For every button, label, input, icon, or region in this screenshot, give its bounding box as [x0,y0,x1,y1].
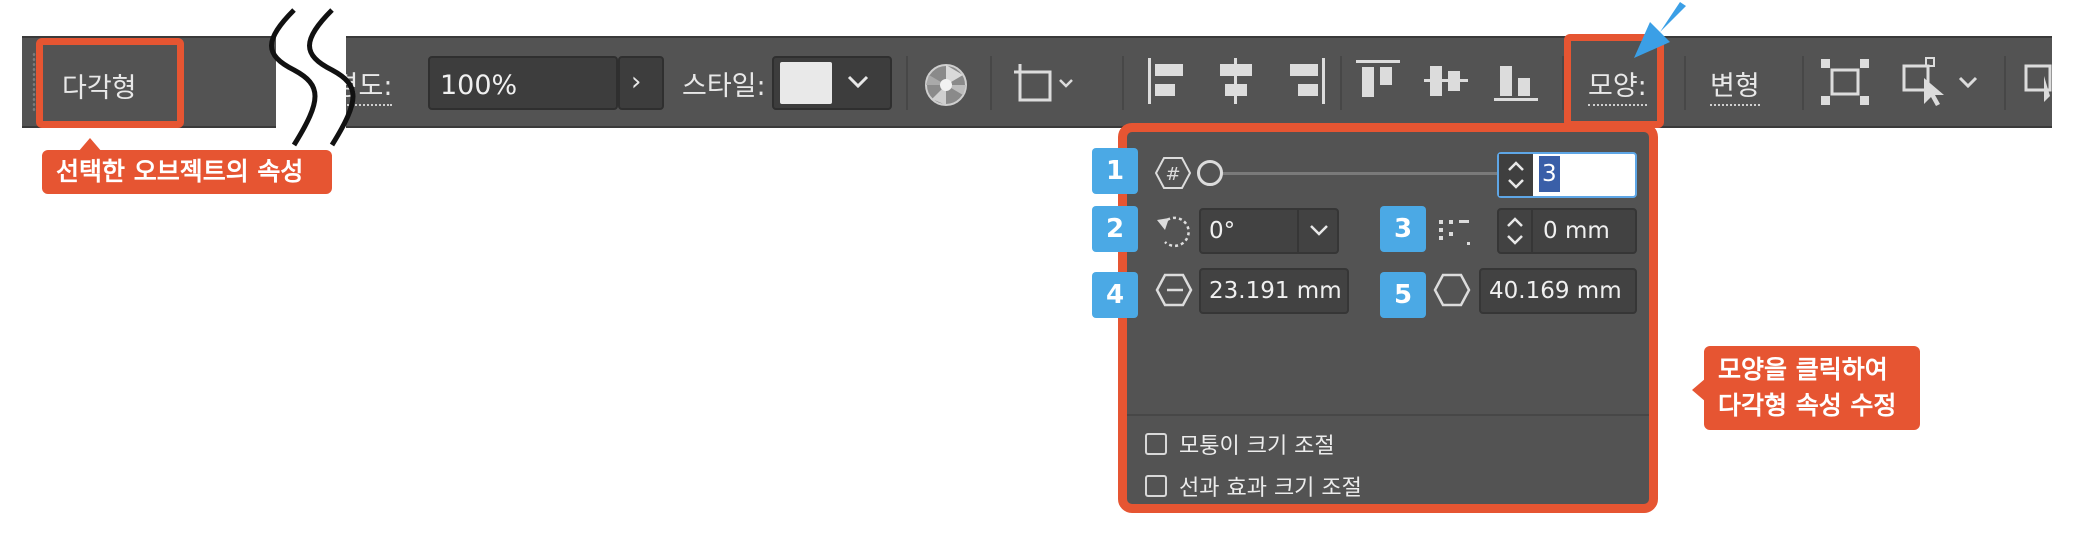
badge-1: 1 [1092,148,1138,194]
opacity-input[interactable]: 100% [428,56,618,110]
style-swatch-button[interactable] [772,56,892,110]
outer-radius-icon [1433,273,1471,307]
stroke-scale-checkbox[interactable] [1145,475,1167,497]
sides-slider-thumb[interactable] [1197,160,1223,186]
rotation-value: 0° [1209,218,1236,244]
toolbar-divider [2004,56,2006,110]
badge-5: 5 [1380,272,1426,318]
toolbar-divider [1802,56,1804,110]
corner-scale-label: 모퉁이 크기 조절 [1179,434,1335,459]
chevron-down-icon [847,75,869,89]
outer-size-field[interactable]: 40.169 mm [1479,268,1637,314]
spacing-icon [1439,220,1470,245]
transform-origin-icon[interactable] [1014,58,1080,106]
transform-button[interactable]: 변형 [1710,64,1760,106]
corner-scale-option[interactable]: 모퉁이 크기 조절 [1145,428,1335,460]
toolbar-divider [990,56,992,110]
direct-select-icon[interactable] [2022,56,2052,108]
select-mode-icon[interactable] [1900,56,1986,108]
inner-radius-icon [1155,273,1193,307]
shape-callout: 모양을 클릭하여 다각형 속성 수정 [1704,346,1920,430]
chevron-down-icon [1310,225,1328,236]
badge-2: 2 [1092,206,1138,252]
spacing-value: 0 mm [1543,218,1610,244]
shape-callout-line1: 모양을 클릭하여 [1718,355,1888,384]
align-middle-icon[interactable] [1422,58,1470,104]
inner-size-field[interactable]: 23.191 mm [1199,268,1349,314]
shape-popup-panel: # 3 0° 0 mm 23.191 mm 40.169 mm 모퉁이 크기 조… [1118,123,1658,513]
badge-4: 4 [1092,272,1138,318]
sides-stepper[interactable]: 3 [1497,152,1637,198]
selected-object-callout: 선택한 오브젝트의 속성 [42,150,332,194]
spacing-stepper[interactable]: 0 mm [1497,208,1637,254]
style-swatch [780,62,832,104]
shape-callout-line2: 다각형 속성 수정 [1718,391,1897,420]
outer-size-value: 40.169 mm [1489,278,1622,304]
popup-divider [1127,414,1649,416]
stroke-scale-label: 선과 효과 크기 조절 [1179,476,1362,501]
up-down-arrows-icon [1508,161,1524,189]
align-right-icon[interactable] [1284,56,1328,106]
break-squiggle-icon [269,8,356,147]
align-bottom-icon[interactable] [1492,58,1540,104]
selected-object-callout-text: 선택한 오브젝트의 속성 [56,157,304,186]
color-wheel-icon[interactable] [922,61,970,109]
context-label-highlight [36,38,184,128]
stroke-scale-option[interactable]: 선과 효과 크기 조절 [1145,470,1362,502]
rotation-icon [1157,216,1190,248]
toolbar-divider [1684,56,1686,110]
corner-scale-checkbox[interactable] [1145,433,1167,455]
toolbar-divider [906,56,908,110]
align-left-icon[interactable] [1146,56,1190,106]
align-center-icon[interactable] [1214,56,1258,106]
opacity-stepper-button[interactable]: › [618,56,664,110]
bounding-box-icon[interactable] [1818,56,1872,108]
sides-value[interactable]: 3 [1539,156,1560,192]
up-down-arrows-icon[interactable] [1505,216,1525,246]
rotation-dropdown[interactable]: 0° [1199,208,1339,254]
badge-3: 3 [1380,206,1426,252]
pointer-arrow-icon [1634,2,1686,58]
inner-size-value: 23.191 mm [1209,278,1342,304]
opacity-value: 100% [440,70,518,101]
toolbar-divider [1122,56,1124,110]
sides-slider-track[interactable] [1213,172,1497,175]
style-label: 스타일: [682,71,766,102]
chevron-right-icon: › [631,67,642,97]
svg-text:#: # [1165,164,1180,185]
polygon-sides-icon: # [1155,157,1191,189]
align-top-icon[interactable] [1354,58,1402,104]
toolbar-divider [1340,56,1342,110]
